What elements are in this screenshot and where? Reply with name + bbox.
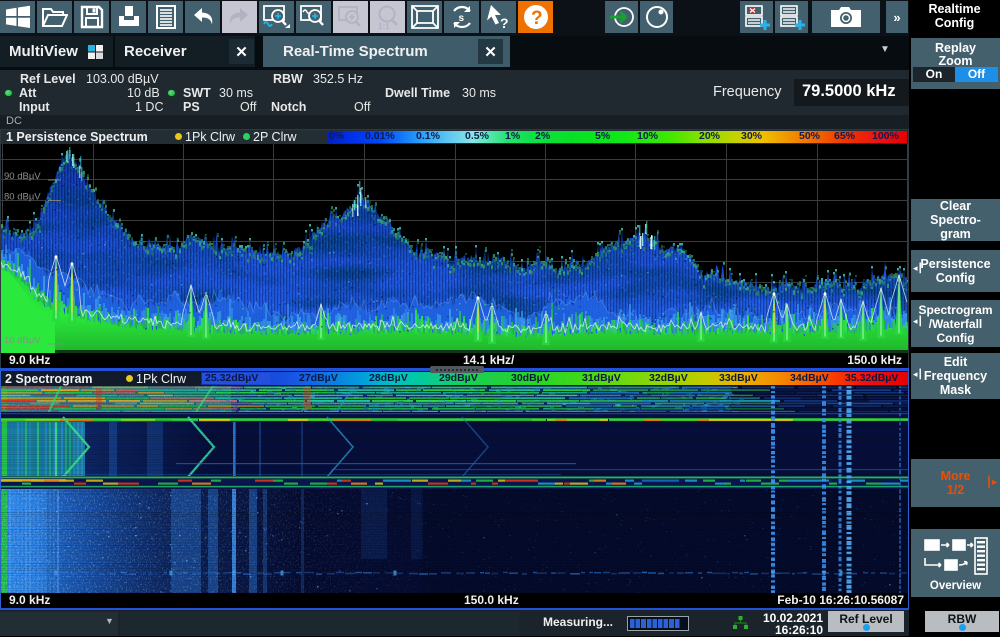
svg-text:80 dBµV: 80 dBµV [4, 192, 41, 203]
svg-text:s: s [458, 13, 464, 24]
svg-text:?: ? [500, 15, 509, 30]
svg-text:90 dBµV: 90 dBµV [4, 171, 41, 182]
svg-text:?: ? [531, 8, 543, 29]
svg-text:10 dBµV: 10 dBµV [4, 335, 41, 346]
svg-text:1:1: 1:1 [378, 22, 390, 30]
